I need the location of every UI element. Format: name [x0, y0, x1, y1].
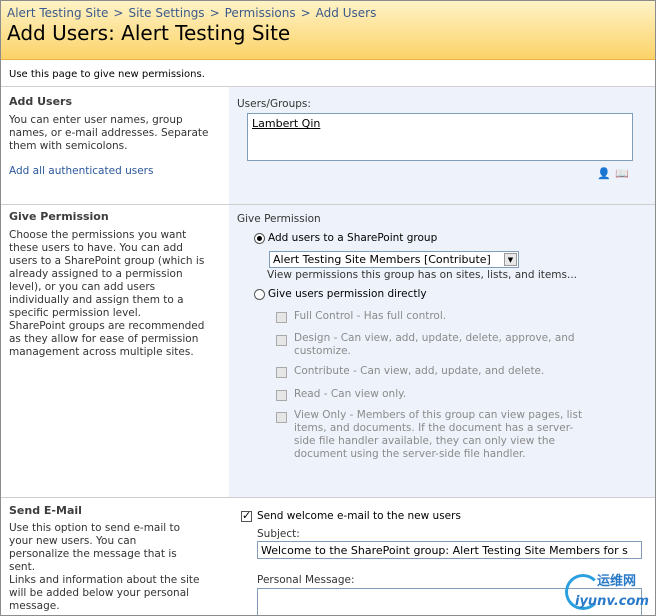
site-watermark: 运维网 iyunv.com: [561, 568, 655, 615]
radio-give-directly-label: Give users permission directly: [268, 288, 427, 300]
breadcrumb-separator: >: [209, 6, 220, 20]
view-group-permissions-link[interactable]: View permissions this group has on sites…: [267, 269, 577, 281]
checkbox-contribute[interactable]: [276, 367, 287, 378]
permission-view-only: View Only - Members of this group can vi…: [294, 409, 583, 460]
page-frame: Alert Testing Site > Site Settings > Permiss…: [0, 0, 656, 616]
checkbox-full-control[interactable]: [276, 312, 287, 323]
check-names-icon[interactable]: 👤: [597, 167, 611, 181]
add-users-description: You can enter user names, group names, o…: [9, 114, 209, 152]
send-email-note: Links and information about the site wil…: [9, 574, 200, 612]
checkbox-view-only[interactable]: [276, 412, 287, 423]
send-welcome-email-label: Send welcome e-mail to the new users: [257, 510, 461, 522]
breadcrumb-separator: >: [113, 6, 124, 20]
people-picker-input[interactable]: Lambert Qin: [247, 113, 633, 161]
radio-add-to-group[interactable]: [254, 233, 265, 244]
radio-add-to-group-label: Add users to a SharePoint group: [268, 232, 438, 244]
address-book-icon[interactable]: 📖: [615, 167, 629, 181]
breadcrumb: Alert Testing Site > Site Settings > Permiss…: [7, 6, 376, 20]
users-groups-label: Users/Groups:: [237, 98, 311, 110]
breadcrumb-current: Add Users: [315, 6, 377, 20]
give-permission-description: Choose the permissions you want these us…: [9, 229, 205, 319]
chevron-down-icon[interactable]: ▼: [504, 253, 517, 266]
breadcrumb-item-site[interactable]: Alert Testing Site: [7, 6, 108, 20]
sharepoint-group-select[interactable]: Alert Testing Site Members [Contribute] …: [269, 251, 519, 268]
personal-message-label: Personal Message:: [257, 574, 355, 586]
selected-group: Alert Testing Site Members [Contribute]: [273, 253, 491, 266]
section-divider: [1, 204, 655, 205]
send-welcome-email-checkbox[interactable]: [241, 509, 252, 522]
page-intro: Use this page to give new permissions.: [9, 69, 205, 80]
breadcrumb-item-permissions[interactable]: Permissions: [225, 6, 296, 20]
watermark-en: iyunv.com: [575, 594, 649, 609]
watermark-cn: 运维网: [597, 574, 637, 589]
add-all-authenticated-users-link[interactable]: Add all authenticated users: [9, 165, 214, 178]
title-bar: Alert Testing Site > Site Settings > Permiss…: [1, 1, 655, 60]
checkbox-design[interactable]: [276, 335, 287, 346]
checkbox-read[interactable]: [276, 390, 287, 401]
give-permission-heading: Give Permission: [9, 210, 109, 223]
send-email-description: Use this option to send e-mail to your n…: [9, 522, 181, 573]
permission-full-control: Full Control - Has full control.: [294, 310, 447, 322]
subject-input[interactable]: Welcome to the SharePoint group: Alert T…: [257, 541, 642, 559]
permission-contribute: Contribute - Can view, add, update, and …: [294, 365, 545, 377]
give-permission-recommendation: SharePoint groups are recommended as the…: [9, 320, 205, 358]
radio-give-directly[interactable]: [254, 289, 265, 300]
add-users-heading: Add Users: [9, 95, 73, 108]
send-email-heading: Send E-Mail: [9, 504, 82, 517]
permission-design: Design - Can view, add, update, delete, …: [294, 332, 575, 357]
breadcrumb-separator: >: [300, 6, 311, 20]
subject-label: Subject:: [257, 528, 300, 540]
breadcrumb-item-site-settings[interactable]: Site Settings: [128, 6, 204, 20]
permission-read: Read - Can view only.: [294, 388, 407, 400]
page-title: Add Users: Alert Testing Site: [7, 21, 291, 45]
picker-icons: 👤 📖: [597, 167, 629, 181]
resolved-user-name: Lambert Qin: [252, 117, 321, 130]
give-permission-label: Give Permission: [237, 213, 321, 225]
